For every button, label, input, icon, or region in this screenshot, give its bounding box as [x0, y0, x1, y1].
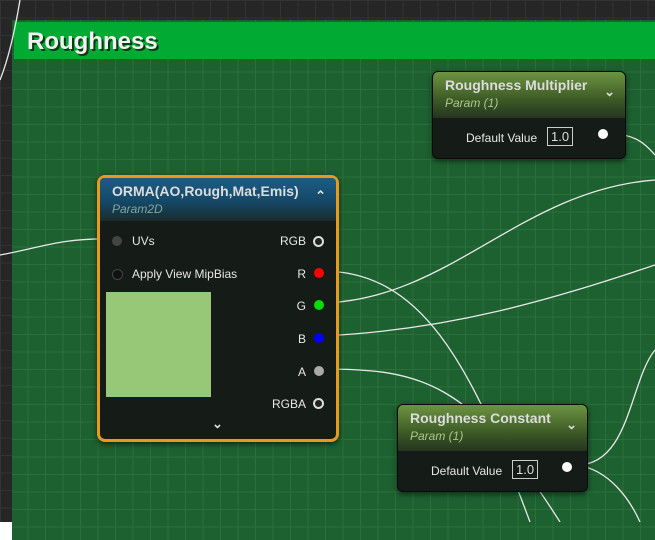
r-label: R [297, 267, 306, 281]
roughness-multiplier-node[interactable]: Roughness Multiplier Param (1) ⌄ Default V… [432, 71, 626, 159]
node-title: Roughness Constant [410, 410, 551, 426]
mipbias-input-pin[interactable] [112, 269, 123, 280]
orma-texture-node[interactable]: ORMA(AO,Rough,Mat,Emis) Param2D ⌃ UVs Appl… [97, 175, 339, 442]
uvs-label: UVs [132, 234, 155, 248]
node-subtitle: Param (1) [445, 96, 499, 110]
chevron-down-icon[interactable]: ⌄ [212, 416, 223, 432]
rgba-output-pin[interactable] [313, 398, 324, 409]
texture-preview [106, 292, 211, 397]
node-subtitle: Param (1) [410, 429, 464, 443]
roughness-constant-node[interactable]: Roughness Constant Param (1) ⌄ Default Val… [397, 404, 588, 492]
default-value-input[interactable]: 1.0 [512, 460, 539, 479]
mipbias-label: Apply View MipBias [132, 267, 238, 281]
default-value-input[interactable]: 1.0 [547, 127, 574, 146]
material-graph-canvas[interactable]: Roughness Roughness Multiplier Param (1) ⌄… [0, 0, 655, 540]
rgb-label: RGB [279, 234, 306, 248]
rgb-output-pin[interactable] [313, 236, 324, 247]
wire-b [321, 264, 655, 337]
wire-g [321, 179, 655, 304]
wire-const [576, 349, 655, 466]
a-label: A [297, 365, 306, 379]
chevron-down-icon[interactable]: ⌄ [566, 417, 577, 433]
uvs-input-pin[interactable] [112, 236, 122, 246]
output-pin[interactable] [562, 462, 572, 472]
default-value-label: Default Value [431, 464, 503, 478]
chevron-up-icon[interactable]: ⌃ [315, 188, 326, 204]
chevron-down-icon[interactable]: ⌄ [604, 84, 615, 100]
b-output-pin[interactable] [314, 333, 324, 343]
wire-left [0, 0, 21, 81]
g-output-pin[interactable] [314, 300, 324, 310]
rgba-label: RGBA [271, 397, 306, 411]
g-label: G [296, 299, 306, 313]
a-output-pin[interactable] [314, 366, 324, 376]
default-value-label: Default Value [466, 131, 538, 145]
node-subtitle: Param2D [112, 202, 163, 216]
wire-uvs [0, 238, 111, 256]
node-title: ORMA(AO,Rough,Mat,Emis) [112, 183, 299, 199]
output-pin[interactable] [598, 129, 608, 139]
r-output-pin[interactable] [314, 268, 324, 278]
b-label: B [297, 332, 306, 346]
node-title: Roughness Multiplier [445, 77, 588, 93]
